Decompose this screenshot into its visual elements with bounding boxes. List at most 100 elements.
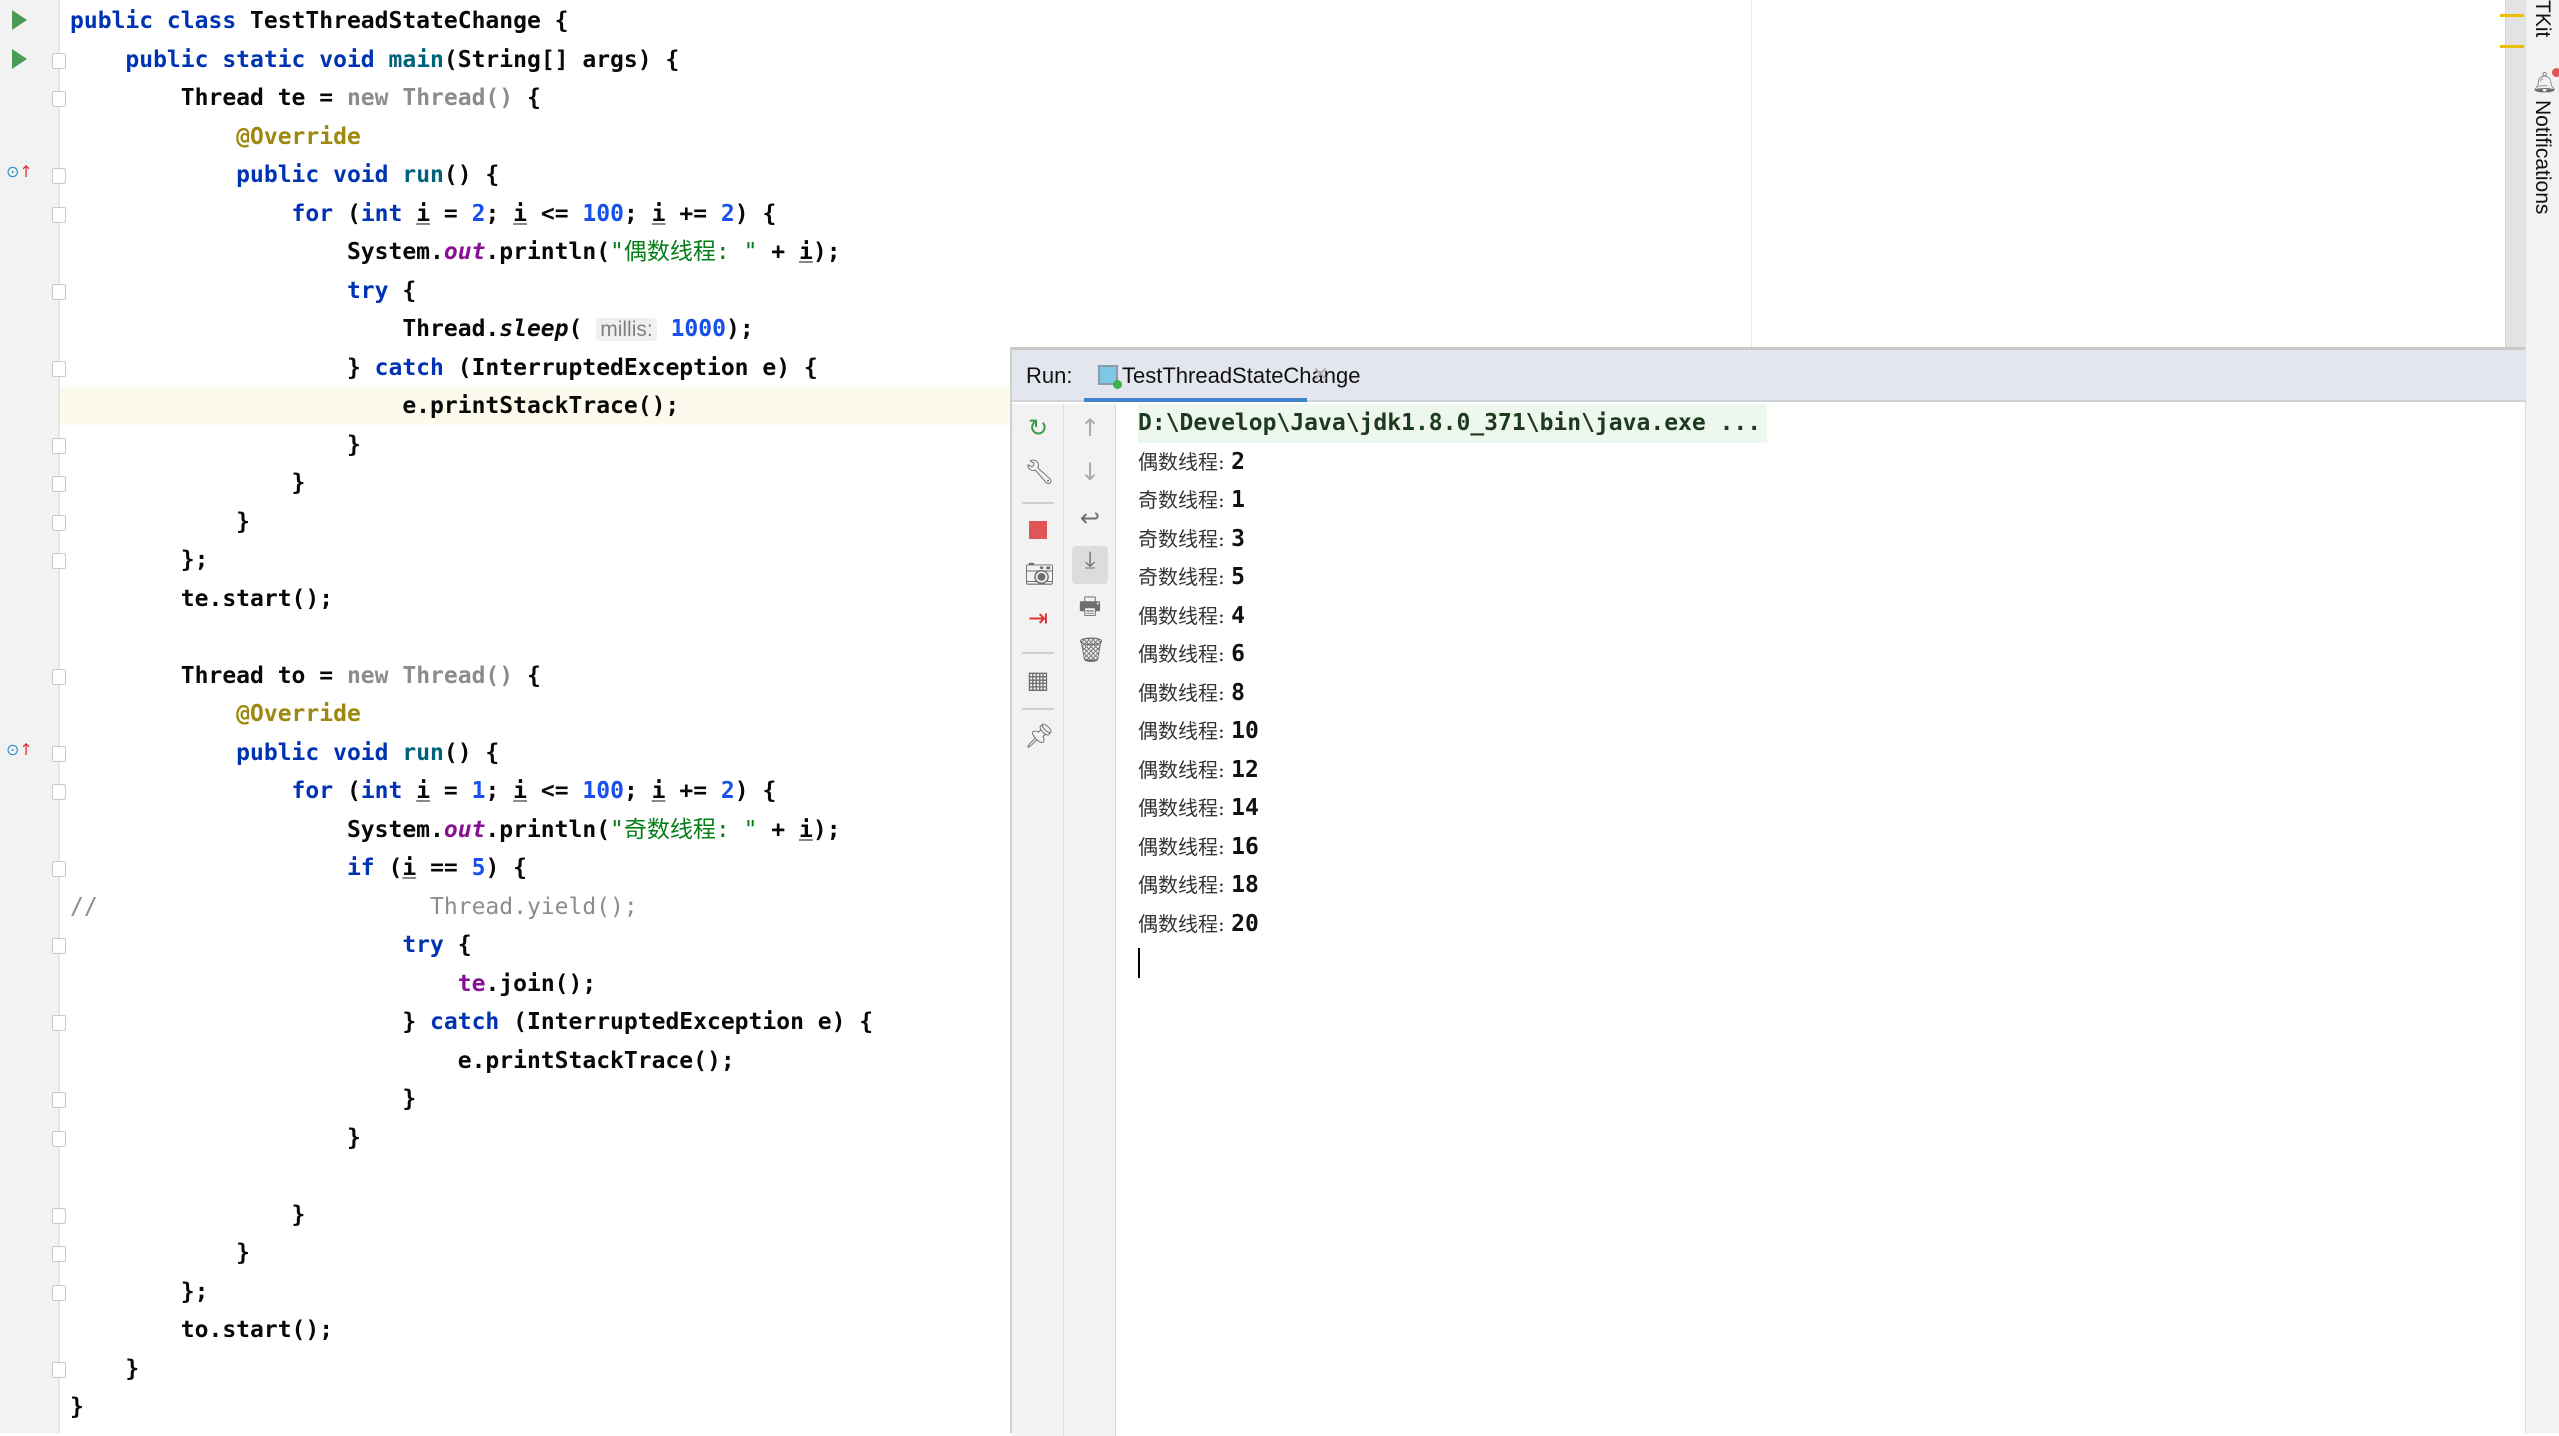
code-token: ; [485,200,514,227]
code-token: 2 [720,778,735,804]
code-token: ( [388,855,403,881]
fold-marker-icon[interactable] [52,861,66,877]
up-arrow-icon[interactable]: ↑ [1076,414,1104,442]
code-token: for [70,778,347,804]
fold-marker-icon[interactable] [52,1246,66,1262]
console-line-label: 奇数线程: [1138,565,1232,589]
fold-marker-icon[interactable] [52,1361,66,1378]
print-icon[interactable]: 🖶 [1076,592,1104,620]
fold-marker-icon[interactable] [52,1284,66,1301]
tool-window-tkit[interactable]: TKit [2530,0,2554,37]
code-token: public class [70,8,251,34]
run-main-icon[interactable] [12,49,27,69]
fold-marker-icon[interactable] [52,553,66,569]
stop-icon[interactable] [1024,516,1052,544]
settings-wrench-icon[interactable]: 🔧︎ [1024,458,1054,486]
code-line: } catch (InterruptedException e) { [70,1003,873,1042]
code-token: (String[] args) { [443,46,680,73]
pin-icon[interactable]: 📌︎ [1024,722,1054,750]
tool-window-notifications[interactable]: Notifications [2530,100,2554,214]
fold-marker-icon[interactable] [52,1130,66,1147]
fold-marker-icon[interactable] [52,1015,66,1031]
code-line: } [70,1388,84,1427]
code-token: } [70,1355,140,1382]
trash-icon[interactable]: 🗑︎ [1076,636,1106,664]
override-method-icon[interactable]: ⊙↑ [6,162,33,181]
code-token: // Thread.yield(); [70,893,638,920]
warning-marker[interactable] [2500,45,2524,48]
fold-marker-icon[interactable] [52,168,66,184]
soft-wrap-icon[interactable]: ↩ [1076,504,1104,532]
code-token: new Thread() [346,662,527,689]
code-token: "奇数线程: " [610,816,758,843]
code-token: @Override [70,701,361,727]
code-token: ) { [734,778,777,804]
code-token: Thread to = [70,662,347,689]
console-line: 偶数线程: 10 [1138,712,1259,751]
fold-marker-icon[interactable] [52,745,66,762]
code-token: i [402,855,417,881]
console-line-label: 偶数线程: [1138,719,1232,743]
run-config-icon [1098,365,1122,389]
layout-icon[interactable]: ▦ [1024,666,1052,694]
close-icon[interactable]: ✕ [1312,362,1329,387]
code-token: main [388,46,444,73]
down-arrow-icon[interactable]: ↓ [1076,458,1104,486]
code-token: } [70,1009,431,1035]
code-token: () { [443,739,500,766]
tab-run-config[interactable]: TestThreadStateChange ✕ [1084,350,1361,402]
console-line-value: 16 [1231,833,1259,860]
fold-marker-icon[interactable] [52,514,66,531]
console-line-value: 10 [1231,718,1259,744]
console-line-value: 12 [1231,756,1259,783]
console-line-label: 偶数线程: [1138,642,1232,666]
fold-marker-icon[interactable] [52,437,66,454]
fold-marker-icon[interactable] [52,283,66,300]
code-token: 5 [471,855,486,881]
fold-marker-icon[interactable] [52,360,66,377]
bell-icon[interactable]: 🔔︎ [2532,68,2559,94]
code-token: ); [812,816,841,843]
scroll-to-end-icon[interactable]: ⤓ [1072,546,1108,584]
fold-marker-icon[interactable] [52,938,66,954]
run-panel: Run: TestThreadStateChange ✕ ↻ 🔧︎ 📷︎ ⇥ ▦… [1010,347,2525,1436]
warning-marker[interactable] [2500,14,2524,17]
fold-marker-icon[interactable] [52,476,66,492]
fold-marker-icon[interactable] [52,91,66,107]
override-method-icon[interactable]: ⊙↑ [6,740,33,759]
code-token: 100 [582,200,624,227]
code-token: sleep [499,316,569,342]
code-line: public void run() { [70,734,499,773]
console-line-label: 偶数线程: [1138,449,1232,474]
code-line: try { [70,272,416,311]
code-token: { [402,277,417,304]
console-line: 偶数线程: 2 [1138,443,1245,482]
code-line: to.start(); [70,1311,333,1350]
run-class-icon[interactable] [12,10,27,30]
console-line-value: 20 [1231,910,1259,937]
console-line-label: 偶数线程: [1138,796,1232,820]
fold-marker-icon[interactable] [52,784,66,800]
code-token: catch [430,1009,514,1035]
fold-marker-icon[interactable] [52,1092,66,1108]
code-token: i [416,200,431,227]
editor-scrollbar[interactable] [2505,0,2525,348]
run-toolbar-left: ↻ 🔧︎ 📷︎ ⇥ ▦ 📌︎ [1012,404,1064,1436]
code-line: Thread.sleep( millis: 1000); [70,310,753,349]
code-line: public void run() { [70,156,499,195]
login-exit-icon[interactable]: ⇥ [1024,604,1052,632]
fold-marker-icon[interactable] [52,668,66,685]
code-token: TestThreadStateChange { [250,8,569,34]
code-token: public static void [70,46,389,73]
screenshot-camera-icon[interactable]: 📷︎ [1024,560,1054,588]
code-token: ( [346,200,361,227]
code-line: } [70,1196,306,1235]
fold-marker-icon[interactable] [52,206,66,223]
code-token: () { [443,162,500,188]
rerun-icon[interactable]: ↻ [1024,414,1052,442]
code-token: { [526,85,541,111]
code-token: += [665,200,721,227]
fold-marker-icon[interactable] [52,52,66,69]
fold-marker-icon[interactable] [52,1207,66,1224]
console-line-value: 2 [1231,448,1245,475]
